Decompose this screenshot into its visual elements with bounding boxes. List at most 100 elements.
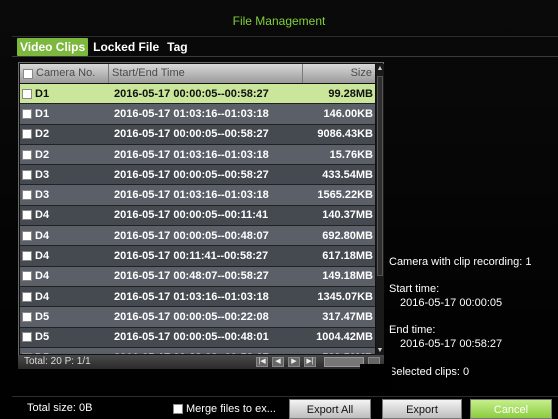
table-row[interactable]: D2 2016-05-17 00:00:05--00:58:27 9086.43KB	[20, 124, 375, 145]
row-size: 1004.42MB	[316, 331, 373, 344]
start-time-label: Start time:	[389, 283, 440, 295]
row-time: 2016-05-17 00:00:05--00:22:08	[114, 310, 269, 323]
window-title: File Management	[232, 14, 326, 28]
tab-bar: Video Clips Locked File Tag	[17, 38, 193, 56]
export-button[interactable]: Export	[382, 399, 462, 419]
footer-divider	[12, 396, 558, 397]
row-size: 149.18MB	[322, 270, 373, 283]
row-camera-label: D5	[35, 352, 49, 355]
header-time[interactable]: Start/End Time	[109, 64, 303, 83]
row-camera: D4	[20, 230, 109, 242]
row-size: 317.47MB	[322, 310, 373, 323]
table-row[interactable]: D4 2016-05-17 00:00:05--00:11:41 140.37MB	[20, 205, 375, 227]
tab-locked-file[interactable]: Locked File	[90, 38, 162, 56]
header-size[interactable]: Size	[303, 64, 375, 83]
row-time: 2016-05-17 00:00:05--00:58:27	[114, 168, 269, 181]
table-row[interactable]: D3 2016-05-17 01:03:16--01:03:18 1565.22KB	[20, 185, 375, 206]
row-checkbox[interactable]	[22, 230, 32, 241]
row-camera-label: D1	[35, 107, 50, 120]
row-camera-label: D4	[35, 270, 50, 283]
table-row[interactable]: D4 2016-05-17 00:11:41--00:58:27 617.18MB	[20, 246, 375, 267]
row-size: 1345.07KB	[317, 290, 373, 303]
row-checkbox[interactable]	[22, 291, 32, 302]
merge-files-label: Merge files to ex...	[186, 403, 276, 415]
row-checkbox[interactable]	[22, 332, 32, 343]
row-camera-label: D1	[35, 87, 50, 100]
row-checkbox[interactable]	[22, 251, 32, 262]
row-time: 2016-05-17 00:00:05--00:48:07	[114, 229, 269, 242]
row-camera-label: D2	[35, 128, 50, 141]
row-checkbox[interactable]	[22, 352, 32, 354]
row-size: 15.76KB	[329, 148, 373, 161]
prev-page-icon[interactable]: ◀	[272, 357, 284, 367]
row-camera-label: D5	[35, 331, 50, 344]
first-page-icon[interactable]: |◀	[256, 357, 268, 367]
clip-table: Camera No. Start/End Time Size D1 2016-05…	[18, 62, 384, 358]
row-camera: D1	[20, 88, 109, 100]
table-row[interactable]: D1 2016-05-17 00:00:05--00:58:27 99.28MB	[20, 84, 375, 105]
row-checkbox[interactable]	[22, 210, 32, 221]
table-header: Camera No. Start/End Time Size	[20, 64, 375, 83]
row-camera: D4	[20, 270, 109, 282]
pager-bar: Total: 20 P: 1/1 |◀ ◀ ▶ ▶|	[18, 355, 384, 369]
title-divider	[12, 36, 558, 37]
row-checkbox[interactable]	[22, 88, 32, 99]
merge-files-checkbox[interactable]	[173, 404, 183, 414]
row-time: 2016-05-17 01:03:16--01:03:18	[114, 290, 269, 303]
chevron-up-icon[interactable]: ▲	[376, 64, 384, 74]
row-size: 1565.22KB	[317, 189, 373, 202]
header-camera-label: Camera No.	[36, 67, 96, 79]
last-page-icon[interactable]: ▶|	[304, 357, 316, 367]
export-all-button[interactable]: Export All	[289, 399, 371, 419]
row-camera: D5	[20, 352, 109, 355]
next-page-icon[interactable]: ▶	[288, 357, 300, 367]
select-all-checkbox[interactable]	[23, 68, 33, 79]
row-checkbox[interactable]	[22, 169, 32, 180]
row-size: 99.28MB	[328, 87, 373, 100]
row-size: 140.37MB	[322, 209, 373, 222]
table-row[interactable]: D5 2016-05-17 00:22:08--00:58:27529.59MB	[20, 347, 375, 355]
row-camera: D3	[20, 189, 109, 201]
table-row[interactable]: D5 2016-05-17 00:00:05--00:22:08 317.47MB	[20, 307, 375, 328]
row-time: 2016-05-17 00:00:05--00:58:27	[114, 87, 269, 100]
header-camera[interactable]: Camera No.	[20, 64, 109, 83]
tab-video-clips[interactable]: Video Clips	[17, 38, 89, 56]
row-size: 617.18MB	[322, 250, 373, 263]
merge-files-option[interactable]: Merge files to ex...	[173, 403, 276, 415]
table-row[interactable]: D4 2016-05-17 01:03:16--01:03:18 1345.07KB	[20, 286, 375, 308]
row-checkbox[interactable]	[22, 108, 32, 119]
table-body: D1 2016-05-17 00:00:05--00:58:27 99.28MB D1…	[20, 84, 375, 354]
row-camera: D4	[20, 250, 109, 262]
file-management-screen: File Management Video Clips Locked File …	[0, 0, 558, 419]
table-row[interactable]: D2 2016-05-17 01:03:16--01:03:18 15.76KB	[20, 144, 375, 166]
table-row[interactable]: D5 2016-05-17 00:00:05--00:48:01 1004.42MB	[20, 327, 375, 348]
row-camera-label: D3	[35, 168, 50, 181]
end-time-label: End time:	[389, 324, 436, 336]
row-time: 2016-05-17 01:03:16--01:03:18	[114, 148, 269, 161]
row-camera: D4	[20, 291, 109, 303]
camera-recording-text: Camera with clip recording: 1	[389, 256, 532, 268]
table-row[interactable]: D4 2016-05-17 00:48:07--00:58:27 149.18MB	[20, 266, 375, 287]
row-camera: D2	[20, 149, 109, 161]
scrollbar-thumb[interactable]	[377, 76, 383, 276]
total-size-text: Total size: 0B	[27, 402, 93, 414]
row-camera: D5	[20, 331, 109, 343]
cancel-button[interactable]: Cancel	[470, 399, 552, 419]
row-checkbox[interactable]	[22, 129, 32, 140]
page-number-input[interactable]	[324, 357, 364, 367]
row-time: 2016-05-17 01:03:16--01:03:18	[114, 189, 269, 202]
row-size: 529.59MB	[303, 352, 375, 355]
row-camera-label: D4	[35, 250, 50, 263]
row-camera: D5	[20, 311, 109, 323]
row-checkbox[interactable]	[22, 271, 32, 282]
row-checkbox[interactable]	[22, 311, 32, 322]
table-scrollbar[interactable]: ▲ ▼	[376, 64, 384, 356]
row-time: 2016-05-17 00:11:41--00:58:27	[114, 250, 269, 263]
table-row[interactable]: D4 2016-05-17 00:00:05--00:48:07 692.80MB	[20, 226, 375, 247]
row-checkbox[interactable]	[22, 190, 32, 201]
table-row[interactable]: D3 2016-05-17 00:00:05--00:58:27 433.54MB	[20, 165, 375, 186]
row-camera-label: D2	[35, 148, 50, 161]
table-row[interactable]: D1 2016-05-17 01:03:16--01:03:18 146.00KB	[20, 104, 375, 125]
tab-tag[interactable]: Tag	[164, 38, 190, 56]
row-checkbox[interactable]	[22, 149, 32, 160]
